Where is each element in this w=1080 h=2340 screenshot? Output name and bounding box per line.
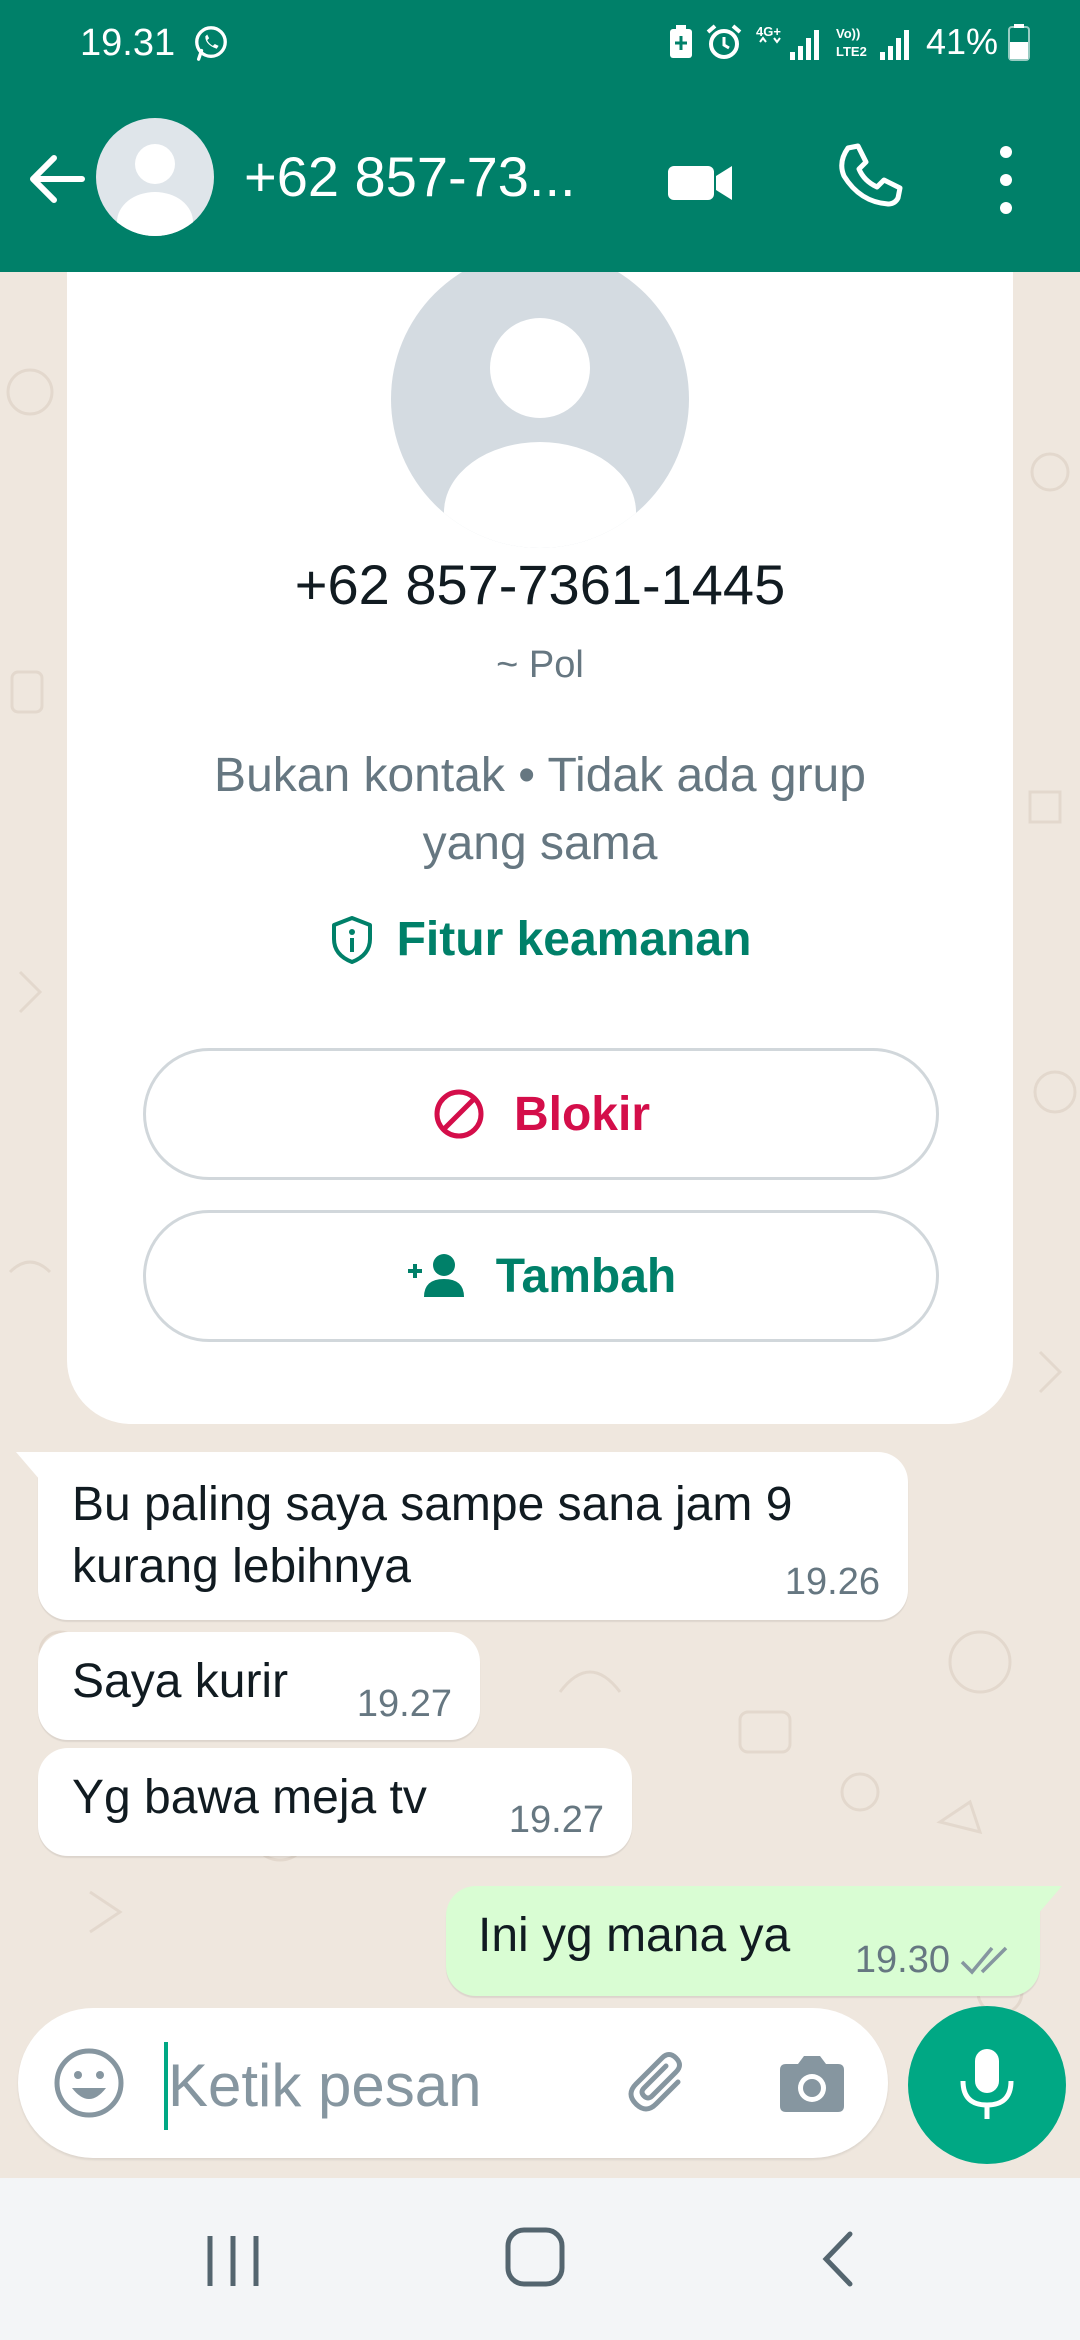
- chat-header: +62 857-73...: [0, 100, 1080, 260]
- more-vert-icon[interactable]: [984, 140, 1028, 220]
- add-person-icon: [407, 1254, 464, 1297]
- message-incoming[interactable]: Saya kurir 19.27: [38, 1632, 480, 1740]
- avatar[interactable]: [96, 118, 214, 236]
- message-text: Saya kurir: [72, 1655, 289, 1708]
- mic-icon: [960, 2049, 1014, 2119]
- message-input[interactable]: [168, 2050, 568, 2120]
- back-arrow-icon[interactable]: [22, 144, 92, 214]
- contact-push-name: ~ Pol: [496, 644, 584, 686]
- system-nav-bar: [0, 2178, 1080, 2340]
- status-bar: 19.31 4G+ Vo)) LTE2 41%: [0, 0, 1080, 84]
- emoji-icon[interactable]: [52, 2046, 126, 2120]
- top-bar: 19.31 4G+ Vo)) LTE2 41% +62 857-73...: [0, 0, 1080, 272]
- svg-text:4G+: 4G+: [756, 24, 781, 39]
- security-features-link[interactable]: Fitur keamanan: [67, 912, 1013, 967]
- bubble-tail: [1038, 1886, 1062, 1914]
- message-time: 19.30: [854, 1939, 950, 1981]
- signal-icon-2: Vo)) LTE2: [836, 26, 909, 60]
- block-button[interactable]: Blokir: [143, 1048, 939, 1180]
- message-incoming[interactable]: Yg bawa meja tv 19.27: [38, 1748, 632, 1856]
- home-icon[interactable]: [500, 2222, 570, 2292]
- block-label: Blokir: [513, 1087, 651, 1141]
- svg-text:Vo)): Vo)): [836, 26, 860, 41]
- message-text: Ini yg mana ya: [478, 1909, 791, 1962]
- whatsapp-icon: [195, 26, 227, 61]
- recent-apps-icon[interactable]: [200, 2228, 266, 2294]
- default-avatar-icon: [117, 144, 193, 236]
- nav-back-icon[interactable]: [808, 2224, 868, 2294]
- camera-icon[interactable]: [772, 2044, 852, 2124]
- battery-icon: [1008, 24, 1030, 61]
- security-label: Fitur keamanan: [396, 913, 752, 966]
- add-contact-button[interactable]: Tambah: [143, 1210, 939, 1342]
- message-time: 19.26: [784, 1561, 880, 1603]
- message-time: 19.27: [356, 1683, 452, 1725]
- message-time: 19.27: [508, 1799, 604, 1841]
- bubble-tail: [16, 1452, 40, 1480]
- message-composer: [18, 2008, 888, 2158]
- contact-status-info: Bukan kontak • Tidak ada grup yang sama: [214, 749, 866, 870]
- message-text: Yg bawa meja tv: [72, 1771, 427, 1824]
- message-text: Bu paling saya sampe sana jam 9 kurang l…: [72, 1478, 793, 1593]
- message-outgoing[interactable]: Ini yg mana ya 19.30: [446, 1886, 1062, 1996]
- status-icons: 4G+ Vo)) LTE2 41%: [668, 18, 1030, 66]
- voice-message-button[interactable]: [908, 2006, 1066, 2164]
- alarm-icon: [706, 24, 742, 59]
- double-check-icon: [960, 1946, 1008, 1975]
- shield-icon: [331, 915, 372, 964]
- signal-icon: 4G+: [756, 24, 819, 60]
- paperclip-icon[interactable]: [622, 2044, 702, 2124]
- video-call-icon[interactable]: [662, 144, 738, 220]
- chat-title[interactable]: +62 857-73...: [244, 144, 576, 209]
- default-avatar-icon: [444, 318, 636, 548]
- contact-number: +62 857-7361-1445: [294, 553, 786, 616]
- message-incoming[interactable]: Bu paling saya sampe sana jam 9 kurang l…: [16, 1452, 908, 1620]
- chat-area[interactable]: +62 857-7361-1445 ~ Pol Bukan kontak • T…: [0, 272, 1080, 2177]
- phone-icon[interactable]: [828, 140, 904, 216]
- add-label: Tambah: [495, 1249, 677, 1303]
- battery-percent: 41%: [925, 21, 998, 62]
- battery-saver-icon: [669, 25, 692, 58]
- svg-text:LTE2: LTE2: [836, 44, 867, 59]
- status-time: 19.31: [80, 22, 176, 64]
- contact-info-card: +62 857-7361-1445 ~ Pol Bukan kontak • T…: [67, 272, 1013, 1424]
- contact-avatar: [391, 272, 689, 548]
- block-icon: [434, 1089, 484, 1139]
